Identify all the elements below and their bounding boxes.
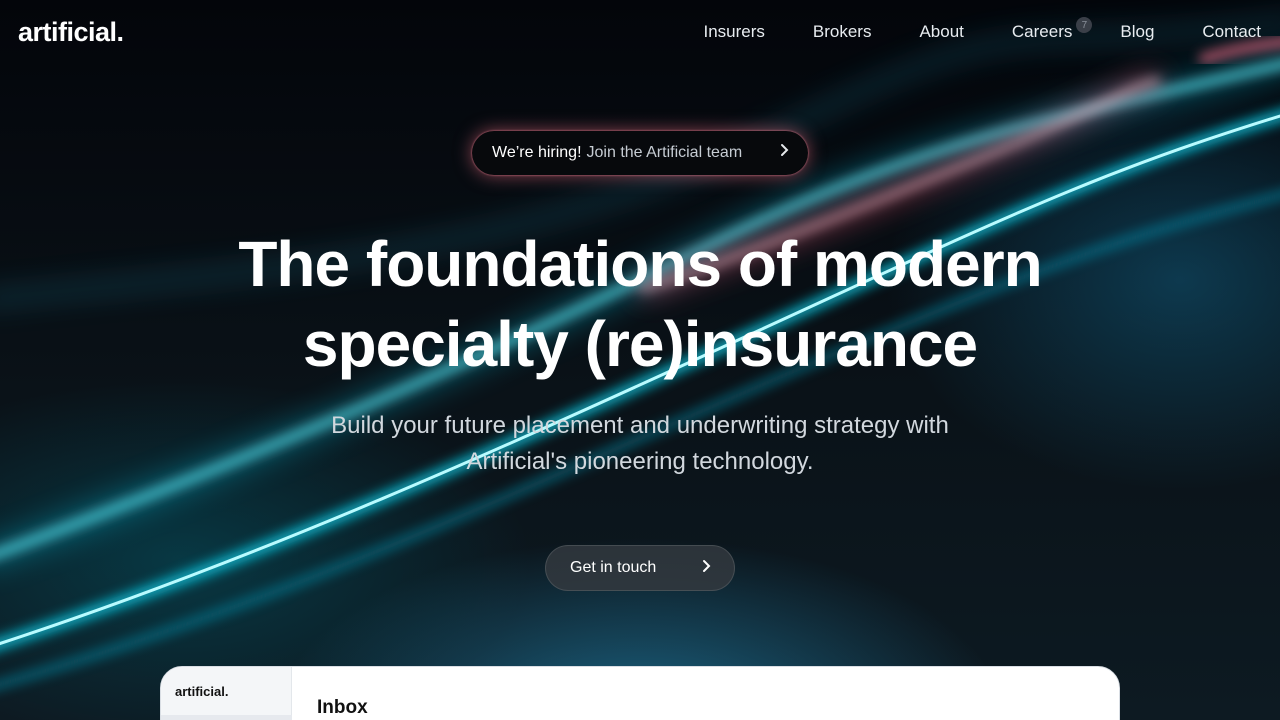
hero-headline-line-1: The foundations of modern	[238, 228, 1042, 300]
hiring-label: We’re hiring!	[492, 144, 582, 161]
nav-item-insurers[interactable]: Insurers	[703, 22, 764, 42]
get-in-touch-button[interactable]: Get in touch	[545, 545, 735, 591]
app-preview-logo: artificial.	[175, 684, 229, 699]
nav-item-about[interactable]: About	[919, 22, 963, 42]
brand-logo[interactable]: artificial.	[18, 17, 124, 48]
app-preview-title: Inbox	[317, 697, 368, 718]
nav-item-blog[interactable]: Blog	[1120, 22, 1154, 42]
nav-item-brokers[interactable]: Brokers	[813, 22, 872, 42]
app-preview-sidebar: artificial.	[161, 667, 292, 720]
hero-headline: The foundations of modern specialty (re)…	[0, 224, 1280, 384]
hero-sub-line-1: Build your future placement and underwri…	[331, 412, 949, 439]
hiring-link-text: Join the Artificial team	[586, 144, 743, 161]
top-navigation: artificial. Insurers Brokers About Caree…	[0, 0, 1280, 66]
nav-item-careers[interactable]: Careers 7	[1011, 17, 1093, 42]
hero-subheadline: Build your future placement and underwri…	[0, 408, 1280, 480]
hero-headline-line-2: specialty (re)insurance	[302, 308, 978, 380]
chevron-right-icon	[780, 143, 790, 161]
nav-item-careers-label: Careers	[1011, 22, 1073, 41]
nav-menu: Insurers Brokers About Careers 7 Blog Co…	[655, 17, 1261, 42]
app-preview-card: artificial. Inbox	[160, 666, 1120, 720]
nav-item-contact[interactable]: Contact	[1202, 22, 1261, 42]
chevron-right-icon	[702, 559, 712, 577]
hero-sub-line-2: Artificial's pioneering technology.	[466, 448, 814, 475]
careers-count-badge: 7	[1076, 17, 1093, 33]
app-preview-sidebar-divider	[161, 715, 292, 720]
get-in-touch-label: Get in touch	[570, 559, 657, 576]
hiring-pill-link[interactable]: We’re hiring! Join the Artificial team	[472, 131, 808, 175]
